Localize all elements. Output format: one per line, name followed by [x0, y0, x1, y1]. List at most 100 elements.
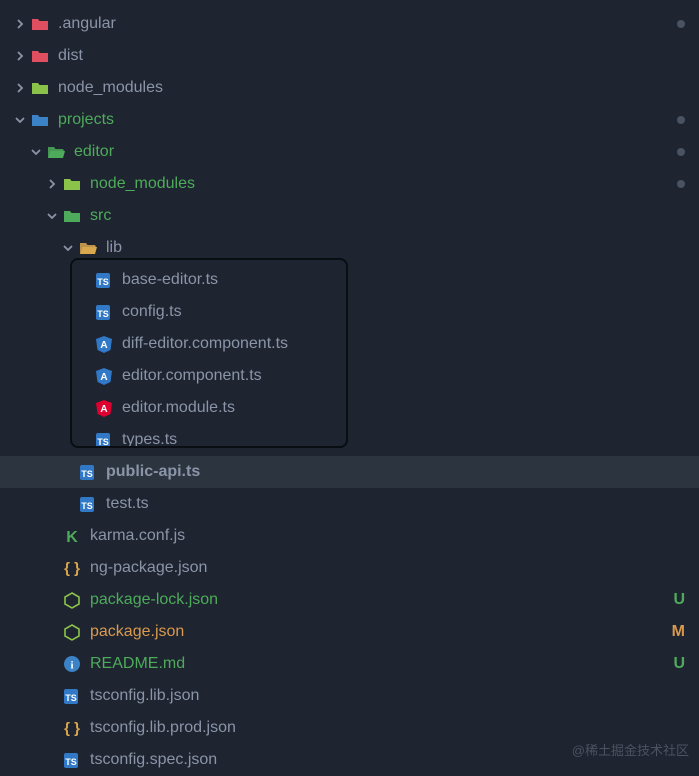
tree-row[interactable]: node_modules — [0, 72, 699, 104]
tree-row[interactable]: package.json M — [0, 616, 699, 648]
angular-icon: A — [94, 398, 114, 418]
tree-row[interactable]: TS test.ts — [0, 488, 699, 520]
tree-item-label: editor.module.ts — [122, 399, 235, 417]
svg-text:i: i — [70, 660, 73, 672]
tree-item-label: editor — [74, 143, 114, 161]
tree-item-label: editor.component.ts — [122, 367, 262, 385]
json-br-icon: { } — [62, 718, 82, 738]
npm-icon — [62, 590, 82, 610]
chevron-down-icon[interactable] — [42, 210, 62, 222]
git-status-badge: U — [673, 655, 685, 673]
tree-item-label: README.md — [90, 655, 185, 673]
svg-text:TS: TS — [65, 693, 77, 703]
tree-item-label: base-editor.ts — [122, 271, 218, 289]
file-tree: .angular dist node_modules projects editor no… — [0, 0, 699, 776]
svg-text:K: K — [66, 529, 78, 546]
folder-node-icon — [30, 78, 50, 98]
tree-row[interactable]: { } ng-package.json — [0, 552, 699, 584]
tree-item-label: node_modules — [90, 175, 195, 193]
tree-item-label: karma.conf.js — [90, 527, 185, 545]
ts-icon: TS — [78, 494, 98, 514]
tree-item-label: package-lock.json — [90, 591, 218, 609]
svg-text:A: A — [100, 372, 107, 383]
tree-row[interactable]: projects — [0, 104, 699, 136]
tree-item-label: public-api.ts — [106, 463, 200, 481]
tree-row[interactable]: Kkarma.conf.js — [0, 520, 699, 552]
git-status-badge: M — [672, 623, 685, 641]
svg-text:TS: TS — [97, 309, 109, 319]
karma-icon: K — [62, 526, 82, 546]
tree-item-label: types.ts — [122, 431, 177, 449]
tree-item-label: tsconfig.lib.prod.json — [90, 719, 236, 737]
svg-text:A: A — [100, 340, 107, 351]
chevron-down-icon[interactable] — [10, 114, 30, 126]
tree-item-label: dist — [58, 47, 83, 65]
tree-row[interactable]: editor — [0, 136, 699, 168]
tree-item-label: ng-package.json — [90, 559, 207, 577]
modified-dot-icon — [677, 148, 685, 156]
tree-item-label: test.ts — [106, 495, 149, 513]
folder-icon — [30, 46, 50, 66]
tree-item-label: tsconfig.lib.json — [90, 687, 199, 705]
tsconfig-icon: TS — [62, 686, 82, 706]
folder-open-icon — [78, 238, 98, 258]
ts-icon: TS — [78, 462, 98, 482]
ts-icon: TS — [94, 430, 114, 450]
git-status-badge: U — [673, 591, 685, 609]
tsconfig-icon: TS — [62, 750, 82, 770]
folder-angular-icon — [30, 14, 50, 34]
svg-text:{ }: { } — [64, 560, 80, 577]
tree-item-label: config.ts — [122, 303, 182, 321]
svg-text:TS: TS — [65, 757, 77, 767]
tree-row[interactable]: i README.md U — [0, 648, 699, 680]
tree-row[interactable]: node_modules — [0, 168, 699, 200]
ts-icon: TS — [94, 270, 114, 290]
tree-item-label: package.json — [90, 623, 184, 641]
tree-row[interactable]: TS config.ts — [0, 296, 699, 328]
tree-row[interactable]: TS base-editor.ts — [0, 264, 699, 296]
tree-row[interactable]: TS types.ts — [0, 424, 699, 456]
tree-row[interactable]: Aeditor.module.ts — [0, 392, 699, 424]
npm-icon — [62, 622, 82, 642]
chevron-right-icon[interactable] — [10, 82, 30, 94]
chevron-right-icon[interactable] — [42, 178, 62, 190]
modified-dot-icon — [677, 116, 685, 124]
svg-text:TS: TS — [81, 501, 93, 511]
chevron-right-icon[interactable] — [10, 18, 30, 30]
tree-row[interactable]: TS tsconfig.lib.json — [0, 680, 699, 712]
tree-row[interactable]: Aeditor.component.ts — [0, 360, 699, 392]
tree-row[interactable]: TS public-api.ts — [0, 456, 699, 488]
info-icon: i — [62, 654, 82, 674]
svg-text:{ }: { } — [64, 720, 80, 737]
tree-row[interactable]: .angular — [0, 8, 699, 40]
svg-text:TS: TS — [97, 437, 109, 447]
chevron-right-icon[interactable] — [10, 50, 30, 62]
tree-row[interactable]: Adiff-editor.component.ts — [0, 328, 699, 360]
tree-item-label: diff-editor.component.ts — [122, 335, 288, 353]
folder-node-icon — [62, 174, 82, 194]
svg-text:TS: TS — [97, 277, 109, 287]
watermark: @稀土掘金技术社区 — [572, 740, 689, 759]
svg-text:TS: TS — [81, 469, 93, 479]
folder-project-icon — [30, 110, 50, 130]
tree-row[interactable]: dist — [0, 40, 699, 72]
angular-icon: A — [94, 366, 114, 386]
tree-row[interactable]: src — [0, 200, 699, 232]
chevron-down-icon[interactable] — [26, 146, 46, 158]
tree-item-label: tsconfig.spec.json — [90, 751, 217, 769]
tree-row[interactable]: lib — [0, 232, 699, 264]
svg-text:A: A — [100, 404, 107, 415]
tree-row[interactable]: package-lock.json U — [0, 584, 699, 616]
angular-icon: A — [94, 334, 114, 354]
tree-item-label: src — [90, 207, 111, 225]
tree-item-label: lib — [106, 239, 122, 257]
tree-item-label: node_modules — [58, 79, 163, 97]
chevron-down-icon[interactable] — [58, 242, 78, 254]
folder-open-icon — [46, 142, 66, 162]
ts-icon: TS — [94, 302, 114, 322]
folder-src-icon — [62, 206, 82, 226]
tree-item-label: .angular — [58, 15, 116, 33]
json-br-icon: { } — [62, 558, 82, 578]
modified-dot-icon — [677, 20, 685, 28]
modified-dot-icon — [677, 180, 685, 188]
